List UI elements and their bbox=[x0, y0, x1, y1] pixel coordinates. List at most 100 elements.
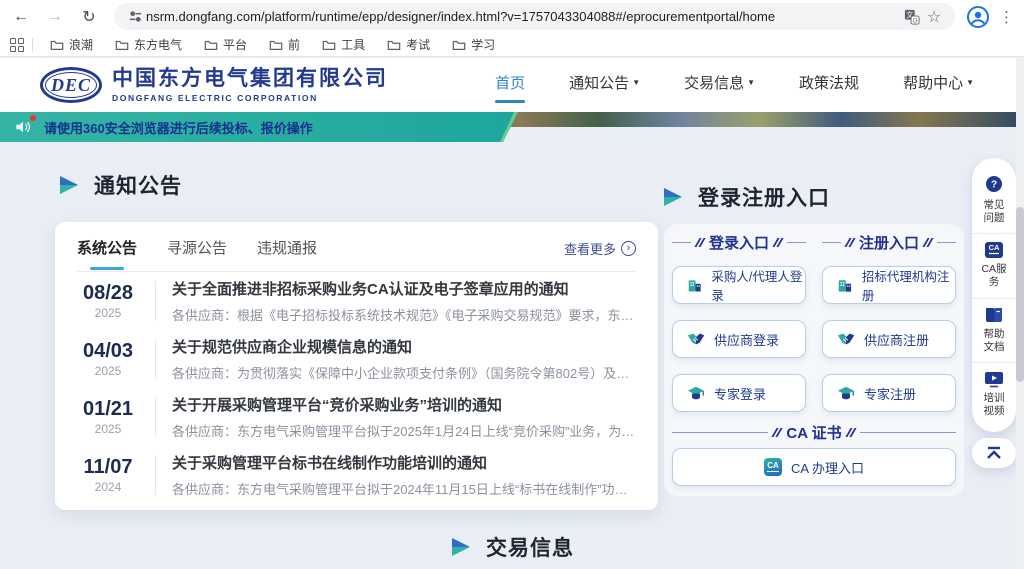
company-name-cn: 中国东方电气集团有限公司 bbox=[112, 67, 388, 90]
quick-help-panel: ? 常见问题 CA CA服务 帮助文档 培训视频 bbox=[972, 158, 1016, 432]
svg-text:?: ? bbox=[991, 180, 997, 191]
browser-toolbar: ← → ↻ nsrm.dongfang.com/platform/runtime… bbox=[0, 0, 1024, 33]
forward-button[interactable]: → bbox=[42, 4, 68, 30]
bookmark-folder[interactable]: 平台 bbox=[193, 33, 258, 57]
company-name-en: DONGFANG ELECTRIC CORPORATION bbox=[112, 93, 388, 103]
bookmark-folder[interactable]: 考试 bbox=[376, 33, 441, 57]
divider bbox=[155, 455, 156, 495]
nav-item-policies[interactable]: 政策法规 bbox=[799, 72, 859, 99]
nav-item-notices[interactable]: 通知公告 ▼ bbox=[569, 72, 640, 99]
training-video-icon bbox=[984, 370, 1004, 388]
chevron-down-icon: ▼ bbox=[747, 78, 755, 87]
login-section-header: 登录注册入口 bbox=[664, 182, 830, 212]
bookmark-folder[interactable]: 前 bbox=[258, 33, 311, 57]
view-more-link[interactable]: 查看更多 › bbox=[564, 239, 636, 268]
section-arrow-icon bbox=[452, 538, 472, 556]
notice-summary: 各供应商：根据《电子招标投标系统技术规范》《电子采购交易规范》要求，东方电气采购… bbox=[172, 305, 636, 324]
login-entries-header: 登录入口 bbox=[672, 232, 806, 253]
notice-year: 2024 bbox=[77, 480, 139, 494]
supplier-register-button[interactable]: 供应商注册 bbox=[822, 320, 956, 358]
notice-date: 04/03 bbox=[77, 340, 139, 363]
notice-title[interactable]: 关于全面推进非招标采购业务CA认证及电子签章应用的通知 bbox=[172, 278, 636, 299]
section-title: 通知公告 bbox=[94, 170, 182, 200]
svg-text:G: G bbox=[913, 17, 918, 24]
site-settings-icon[interactable] bbox=[124, 6, 146, 28]
tab-system-notices[interactable]: 系统公告 bbox=[77, 237, 137, 270]
supplier-login-button[interactable]: 供应商登录 bbox=[672, 320, 806, 358]
chevron-down-icon: ▼ bbox=[966, 78, 974, 87]
faq-button[interactable]: ? 常见问题 bbox=[972, 168, 1016, 233]
svg-text:CA: CA bbox=[989, 243, 1000, 252]
scrollbar-thumb[interactable] bbox=[1016, 207, 1024, 382]
reload-button[interactable]: ↻ bbox=[76, 4, 102, 30]
bookmark-folder[interactable]: 工具 bbox=[311, 33, 376, 57]
bookmarks-bar: 浪潮 东方电气 平台 前 工具 考试 学习 bbox=[0, 33, 1024, 57]
folder-icon bbox=[452, 39, 466, 51]
ca-service-button[interactable]: CA CA服务 bbox=[972, 233, 1016, 297]
section-arrow-icon bbox=[60, 176, 80, 194]
building-icon bbox=[687, 277, 702, 294]
nav-item-trade-info[interactable]: 交易信息 ▼ bbox=[684, 72, 755, 99]
folder-icon bbox=[115, 39, 129, 51]
notice-year: 2025 bbox=[77, 422, 139, 436]
ca-icon: CA bbox=[764, 458, 782, 476]
apps-grid-icon[interactable] bbox=[10, 38, 24, 52]
register-entries-header: 注册入口 bbox=[822, 232, 956, 253]
notice-title[interactable]: 关于规范供应商企业规模信息的通知 bbox=[172, 336, 636, 357]
folder-icon bbox=[50, 39, 64, 51]
address-bar[interactable]: nsrm.dongfang.com/platform/runtime/epp/d… bbox=[114, 3, 955, 30]
expert-register-button[interactable]: 专家注册 bbox=[822, 374, 956, 412]
ticker-text: 请使用360安全浏览器进行后续投标、报价操作 bbox=[44, 118, 313, 137]
scrollbar[interactable] bbox=[1016, 57, 1024, 569]
notice-row[interactable]: 01/21 2025 关于开展采购管理平台“竞价采购业务”培训的通知 各供应商：… bbox=[77, 388, 636, 446]
company-logo[interactable]: DEC 中国东方电气集团有限公司 DONGFANG ELECTRIC CORPO… bbox=[40, 67, 388, 103]
section-arrow-icon bbox=[664, 188, 684, 206]
site-header: DEC 中国东方电气集团有限公司 DONGFANG ELECTRIC CORPO… bbox=[0, 58, 1024, 112]
bookmark-star-icon[interactable]: ☆ bbox=[923, 6, 945, 28]
dec-logo-icon: DEC bbox=[40, 67, 102, 103]
notice-summary: 各供应商：东方电气采购管理平台拟于2025年1月24日上线“竞价采购”业务，为帮… bbox=[172, 421, 636, 440]
bookmark-folder[interactable]: 东方电气 bbox=[104, 33, 193, 57]
notice-summary: 各供应商：东方电气采购管理平台拟于2024年11月15日上线“标书在线制作”功能… bbox=[172, 479, 636, 498]
help-doc-icon bbox=[984, 306, 1004, 324]
handshake-icon bbox=[687, 331, 705, 347]
back-to-top-button[interactable] bbox=[972, 438, 1016, 468]
notice-row[interactable]: 08/28 2025 关于全面推进非招标采购业务CA认证及电子签章应用的通知 各… bbox=[77, 272, 636, 330]
notice-row[interactable]: 11/07 2024 关于采购管理平台标书在线制作功能培训的通知 各供应商：东方… bbox=[77, 446, 636, 504]
help-docs-button[interactable]: 帮助文档 bbox=[972, 298, 1016, 362]
browser-menu-icon[interactable]: ⋮ bbox=[999, 8, 1014, 26]
divider bbox=[155, 339, 156, 379]
trade-section-header: 交易信息 bbox=[452, 532, 574, 562]
building-icon bbox=[837, 277, 853, 294]
tab-violation-reports[interactable]: 违规通报 bbox=[257, 237, 317, 270]
bookmark-folder[interactable]: 浪潮 bbox=[39, 33, 104, 57]
ca-icon: CA bbox=[984, 241, 1004, 259]
ca-apply-button[interactable]: CA CA 办理入口 bbox=[672, 448, 956, 486]
nav-item-help-center[interactable]: 帮助中心 ▼ bbox=[903, 72, 974, 99]
notice-card: 系统公告 寻源公告 违规通报 查看更多 › 08/28 2025 关于全面推进非… bbox=[55, 222, 658, 510]
folder-icon bbox=[387, 39, 401, 51]
chevron-down-icon: ▼ bbox=[632, 78, 640, 87]
expert-login-button[interactable]: 专家登录 bbox=[672, 374, 806, 412]
nav-item-home[interactable]: 首页 bbox=[495, 72, 525, 99]
tab-sourcing-notices[interactable]: 寻源公告 bbox=[167, 237, 227, 270]
url-text[interactable]: nsrm.dongfang.com/platform/runtime/epp/d… bbox=[146, 9, 901, 24]
handshake-icon bbox=[837, 331, 855, 347]
notice-row[interactable]: 04/03 2025 关于规范供应商企业规模信息的通知 各供应商：为贯彻落实《保… bbox=[77, 330, 636, 388]
training-videos-button[interactable]: 培训视频 bbox=[972, 362, 1016, 426]
profile-avatar[interactable] bbox=[965, 4, 991, 30]
notice-date: 08/28 bbox=[77, 282, 139, 305]
notice-title[interactable]: 关于采购管理平台标书在线制作功能培训的通知 bbox=[172, 452, 636, 473]
buyer-agent-login-button[interactable]: 采购人/代理人登录 bbox=[672, 266, 806, 304]
notice-year: 2025 bbox=[77, 306, 139, 320]
back-button[interactable]: ← bbox=[8, 4, 34, 30]
graduation-cap-icon bbox=[837, 385, 855, 401]
question-icon: ? bbox=[984, 175, 1004, 195]
notice-title[interactable]: 关于开展采购管理平台“竞价采购业务”培训的通知 bbox=[172, 394, 636, 415]
bid-agency-register-button[interactable]: 招标代理机构注册 bbox=[822, 266, 956, 304]
main-nav: 首页 通知公告 ▼ 交易信息 ▼ 政策法规 帮助中心 ▼ bbox=[495, 72, 974, 99]
bookmark-folder[interactable]: 学习 bbox=[441, 33, 506, 57]
folder-icon bbox=[322, 39, 336, 51]
section-title: 交易信息 bbox=[486, 532, 574, 562]
translate-icon[interactable]: 文 G bbox=[901, 6, 923, 28]
